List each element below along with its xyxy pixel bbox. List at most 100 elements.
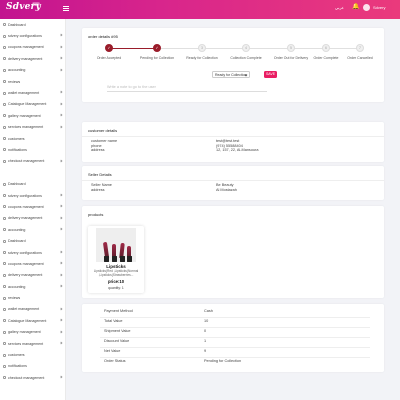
user-name[interactable]: Sdvery — [373, 5, 385, 10]
sidebar-item[interactable]: accounting — [0, 281, 65, 292]
menu-item-icon — [3, 364, 6, 368]
menu-item-icon — [3, 102, 6, 106]
status-select[interactable]: Ready for Collection — [212, 71, 250, 78]
menu-item-icon — [3, 239, 6, 243]
divider — [100, 347, 370, 348]
sidebar-item-label: reviews — [8, 79, 21, 84]
sidebar-item[interactable]: coupons management — [0, 201, 65, 212]
order-step: 3 Ready for Collection — [182, 44, 222, 61]
hamburger-menu-icon[interactable] — [63, 6, 69, 11]
menu-item-icon — [3, 262, 6, 266]
chevron-right-icon — [59, 284, 63, 288]
sidebar-item[interactable]: Catalogue Management — [0, 315, 65, 326]
seller-address-label: address — [91, 187, 105, 192]
save-button[interactable]: SAVE — [264, 71, 277, 78]
language-switch[interactable]: عربي — [335, 5, 344, 10]
sidebar-item-label: delivery management — [8, 56, 43, 61]
sidebar-item-label: delivery management — [8, 273, 43, 278]
sidebar-item[interactable]: accounting — [0, 65, 65, 76]
sidebar-item[interactable]: accounting — [0, 224, 65, 235]
step-number: 6 — [322, 44, 330, 52]
menu-item-icon — [3, 319, 6, 323]
product-image — [96, 228, 136, 262]
chevron-right-icon — [59, 204, 63, 208]
chevron-right-icon — [59, 45, 63, 49]
chevron-right-icon — [59, 56, 63, 60]
sidebar-item-label: reviews — [8, 296, 21, 301]
summary-value: 9 — [204, 349, 207, 353]
sidebar-item-label: Catalogue Management — [8, 318, 47, 323]
menu-item-icon — [3, 273, 6, 277]
sidebar-item[interactable]: notifications — [0, 361, 65, 372]
sidebar-item-label: notifications — [8, 147, 27, 152]
sidebar-item-label: sdvery configurations — [8, 34, 42, 39]
product-card[interactable]: Lipsticks Lipsticks(Red ,Lipsticks(Norma… — [88, 226, 144, 293]
chevron-right-icon — [59, 307, 63, 311]
chevron-right-icon — [59, 68, 63, 71]
sidebar-item[interactable]: delivery management — [0, 213, 65, 224]
sidebar-item[interactable]: wallet management — [0, 87, 65, 98]
sidebar-item[interactable]: checkout management — [0, 156, 65, 167]
sidebar-item[interactable]: gallery management — [0, 327, 65, 338]
sidebar-item[interactable]: Dashboard — [0, 19, 65, 30]
sidebar-item-label: accounting — [8, 68, 26, 73]
menu-item-icon — [3, 205, 6, 209]
divider — [82, 180, 384, 181]
sidebar-item-label: wallet management — [8, 91, 40, 96]
order-step: 4 Collection Complete — [226, 44, 266, 61]
sidebar-item[interactable]: gallery management — [0, 110, 65, 121]
summary-label: Shipment Value — [104, 329, 131, 333]
chevron-right-icon — [59, 227, 63, 231]
sidebar-item[interactable]: notifications — [0, 144, 65, 155]
sidebar-item[interactable]: sdvery configurations — [0, 190, 65, 201]
menu-item-icon — [3, 34, 6, 38]
sidebar-item[interactable]: delivery management — [0, 53, 65, 64]
sidebar-item[interactable]: delivery management — [0, 270, 65, 281]
sidebar-item[interactable]: Catalogue Management — [0, 99, 65, 110]
main-content: order details #95 ✓ Order Accepted ✓ Pendin… — [66, 19, 400, 400]
sidebar-item[interactable]: wallet management — [0, 304, 65, 315]
sidebar-item[interactable]: sdvery configurations — [0, 247, 65, 258]
sidebar-item[interactable]: services management — [0, 122, 65, 133]
chevron-right-icon — [59, 273, 63, 277]
seller-details-card: Seller Details Seller Name address Be Be… — [82, 166, 384, 200]
divider — [100, 327, 370, 328]
menu-item-icon — [3, 296, 6, 300]
sidebar-item[interactable]: services management — [0, 338, 65, 349]
check-icon: ✓ — [105, 44, 113, 52]
sidebar-item[interactable] — [0, 167, 65, 178]
order-summary-card: Payment Method Cash Total Value 10 Shipment … — [82, 304, 384, 372]
sidebar-item[interactable]: sdvery configurations — [0, 30, 65, 41]
sidebar-item[interactable]: checkout management — [0, 372, 65, 383]
sidebar-item-label: services management — [8, 125, 44, 130]
menu-item-icon — [3, 251, 6, 254]
chevron-right-icon — [59, 102, 63, 106]
sidebar-item[interactable]: customers — [0, 349, 65, 360]
lipstick-case — [119, 256, 125, 262]
order-step: ✓ Pending for Collection — [137, 44, 177, 61]
customer-values: test@test.test (974) 55588404 12, 157, 2… — [216, 139, 258, 153]
menu-item-icon — [3, 342, 6, 346]
divider — [100, 357, 370, 358]
seller-name-value: Be Beauty — [216, 183, 234, 187]
sidebar-item[interactable]: customers — [0, 133, 65, 144]
sidebar-item[interactable]: Dashboard — [0, 178, 65, 189]
menu-item-icon — [3, 80, 6, 84]
logo-badge: beta — [32, 2, 40, 6]
sidebar-item-label: coupons management — [8, 204, 44, 209]
sidebar-item-label: sdvery configurations — [8, 250, 42, 255]
sidebar-item[interactable]: coupons management — [0, 258, 65, 269]
sidebar-item[interactable]: reviews — [0, 292, 65, 303]
chevron-right-icon — [59, 159, 63, 163]
sidebar-item[interactable]: Dashboard — [0, 235, 65, 246]
sidebar-item-label: accounting — [8, 284, 26, 289]
order-title: order details #95 — [88, 34, 118, 39]
avatar[interactable] — [363, 4, 370, 11]
menu-item-icon — [3, 353, 6, 357]
chevron-right-icon — [59, 113, 63, 117]
sidebar-item[interactable]: reviews — [0, 76, 65, 87]
menu-item-icon — [3, 91, 6, 95]
bell-icon[interactable]: 🔔 — [352, 3, 359, 10]
sidebar-item[interactable]: coupons management — [0, 42, 65, 53]
note-input[interactable] — [107, 82, 267, 92]
